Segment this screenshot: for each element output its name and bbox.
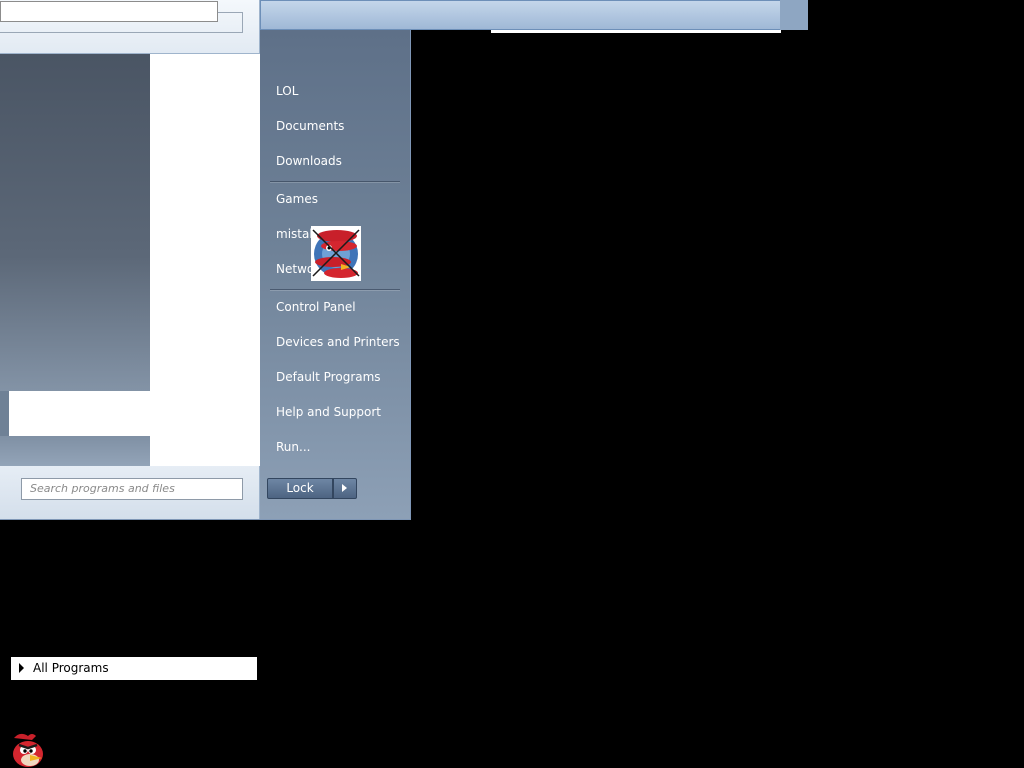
menu-item-games[interactable]: Games [276,190,318,208]
menu-item-run[interactable]: Run... [276,438,310,456]
menu-item-devices-and-printers[interactable]: Devices and Printers [276,333,400,351]
programs-list-white-area [150,54,260,466]
search-input[interactable]: Search programs and files [21,478,243,500]
menu-item-documents[interactable]: Documents [276,117,344,135]
angry-bird-icon[interactable] [10,730,46,768]
menu-item-downloads[interactable]: Downloads [276,152,342,170]
angry-bird-icon [311,226,361,281]
triangle-right-icon [19,663,24,673]
all-programs-button[interactable]: All Programs [11,657,257,680]
all-programs-label: All Programs [33,661,109,675]
menu-item-help-and-support[interactable]: Help and Support [276,403,381,421]
menu-separator [270,181,400,182]
programs-list-edge [0,391,9,436]
lock-options-button[interactable] [333,478,357,499]
menu-item-default-programs[interactable]: Default Programs [276,368,381,386]
menu-separator [270,289,400,290]
menu-item-lol[interactable]: LOL [276,82,298,100]
top-glass-bar-tail [780,0,808,30]
programs-list-pane [0,54,150,391]
lock-button[interactable]: Lock [267,478,333,499]
menu-item-control-panel[interactable]: Control Panel [276,298,356,316]
top-highlight-line [491,30,781,33]
top-left-input[interactable] [0,1,218,22]
programs-list-lower-pane [0,436,150,466]
top-glass-bar [260,0,808,30]
program-item-highlight[interactable] [9,391,150,436]
search-placeholder: Search programs and files [30,482,175,495]
menu-item-network[interactable]: Netwo [276,260,314,278]
